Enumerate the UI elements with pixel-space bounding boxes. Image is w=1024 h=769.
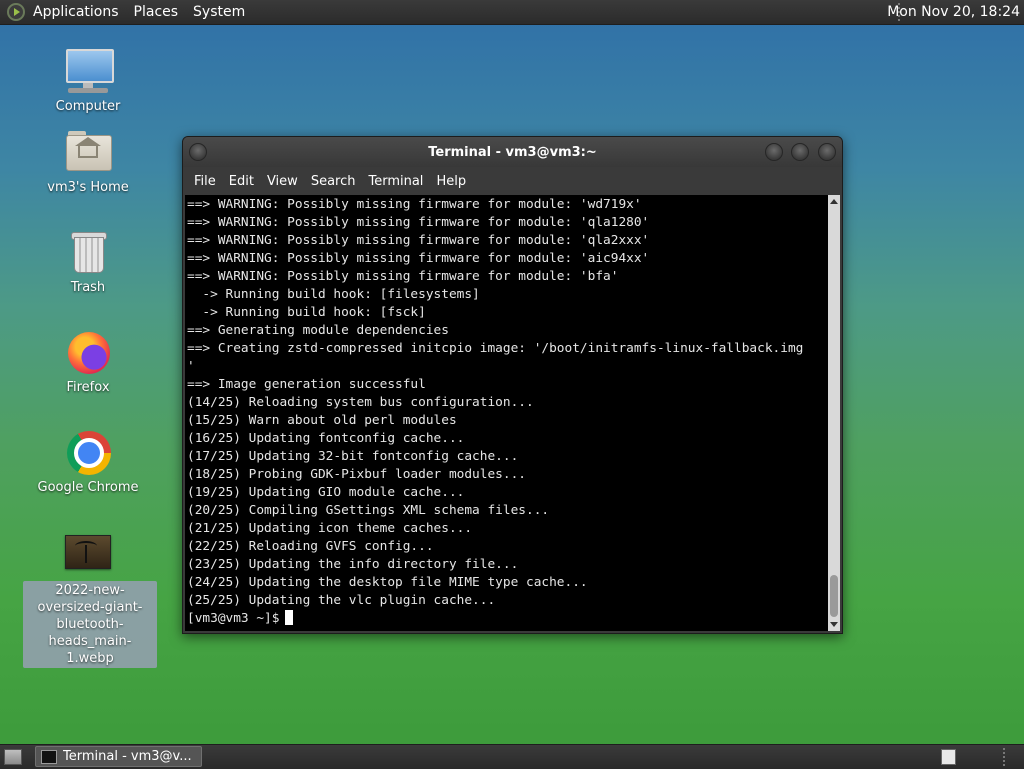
terminal-line: -> Running build hook: [fsck] [187,305,426,320]
terminal-line: ==> WARNING: Possibly missing firmware f… [187,215,650,230]
menu-search[interactable]: Search [311,172,356,191]
terminal-line: (16/25) Updating fontconfig cache... [187,431,465,446]
menu-places[interactable]: Places [134,4,179,20]
close-icon[interactable] [818,143,836,161]
minimize-icon[interactable] [765,143,783,161]
terminal-line: ==> WARNING: Possibly missing firmware f… [187,269,619,284]
scroll-up-icon[interactable] [830,199,838,204]
terminal-icon [41,749,57,764]
scrollbar-thumb[interactable] [830,575,838,617]
terminal-line: (17/25) Updating 32-bit fontconfig cache… [187,449,519,464]
computer-icon [63,46,114,96]
workspace-switcher[interactable] [941,749,956,765]
terminal-line: ==> Generating module dependencies [187,323,449,338]
terminal-line: ' [187,359,195,374]
firefox-icon [63,327,113,377]
trash-icon [63,227,113,277]
terminal-menubar: File Edit View Search Terminal Help [183,167,842,195]
image-file-icon [63,529,113,579]
terminal-line: (18/25) Probing GDK-Pixbuf loader module… [187,467,526,482]
terminal-line: (24/25) Updating the desktop file MIME t… [187,575,588,590]
terminal-prompt-line[interactable]: [vm3@vm3 ~]$ [187,610,827,628]
menu-view[interactable]: View [267,172,298,191]
bottom-panel: Terminal - vm3@v... [0,744,1024,769]
mate-logo-icon[interactable] [7,3,25,21]
chrome-icon [63,427,113,477]
terminal-line: ==> WARNING: Possibly missing firmware f… [187,251,650,266]
terminal-line: (19/25) Updating GIO module cache... [187,485,465,500]
terminal-line: (23/25) Updating the info directory file… [187,557,519,572]
terminal-line: (21/25) Updating icon theme caches... [187,521,473,536]
desktop-icon-computer[interactable]: Computer [33,46,143,115]
terminal-scrollbar[interactable] [828,195,840,631]
home-folder-icon [63,127,113,177]
scroll-down-icon[interactable] [830,622,838,627]
taskbar-item-terminal[interactable]: Terminal - vm3@v... [35,746,202,767]
terminal-line: ==> Image generation successful [187,377,426,392]
terminal-line: ==> WARNING: Possibly missing firmware f… [187,233,650,248]
desktop-icon-image-file[interactable]: 2022-new-oversized-giant-bluetooth-heads… [23,529,157,668]
menu-help[interactable]: Help [436,172,466,191]
desktop-icon-chrome[interactable]: Google Chrome [33,427,143,496]
desktop-icon-label: Trash [70,280,106,295]
desktop-icon-home[interactable]: vm3's Home [33,127,143,196]
desktop-icon-label: Google Chrome [37,480,139,495]
terminal-line: ==> Creating zstd-compressed initcpio im… [187,341,804,356]
terminal-window[interactable]: Terminal - vm3@vm3:~ File Edit View Sear… [182,136,843,634]
terminal-line: (25/25) Updating the vlc plugin cache... [187,593,496,608]
text-cursor [285,610,294,625]
desktop-icon-firefox[interactable]: Firefox [33,327,143,396]
terminal-line: ==> WARNING: Possibly missing firmware f… [187,197,642,212]
terminal-line: (22/25) Reloading GVFS config... [187,539,434,554]
desktop-icon-label: vm3's Home [47,180,129,195]
clock[interactable]: Mon Nov 20, 18:24 [887,4,1020,20]
window-title: Terminal - vm3@vm3:~ [428,145,597,160]
top-panel: Applications Places System Mon Nov 20, 1… [0,0,1024,25]
menu-terminal[interactable]: Terminal [368,172,423,191]
desktop-icon-label: Firefox [66,380,110,395]
maximize-icon[interactable] [791,143,809,161]
terminal-lines: ==> WARNING: Possibly missing firmware f… [187,196,827,628]
menu-applications[interactable]: Applications [33,4,119,20]
menu-edit[interactable]: Edit [229,172,254,191]
menu-system[interactable]: System [193,4,245,20]
show-desktop-icon[interactable] [4,749,22,765]
terminal-line: (14/25) Reloading system bus configurati… [187,395,534,410]
menu-file[interactable]: File [194,172,216,191]
terminal-prompt: [vm3@vm3 ~]$ [187,611,280,626]
panel-separator [1003,748,1005,766]
terminal-line: -> Running build hook: [filesystems] [187,287,480,302]
terminal-output[interactable]: ==> WARNING: Possibly missing firmware f… [185,195,828,631]
desktop-icon-trash[interactable]: Trash [33,227,143,296]
window-titlebar[interactable]: Terminal - vm3@vm3:~ [183,137,842,167]
desktop-icon-label: 2022-new-oversized-giant-bluetooth-heads… [23,581,157,668]
desktop-icon-label: Computer [55,99,121,114]
terminal-line: (15/25) Warn about old perl modules [187,413,457,428]
terminal-line: (20/25) Compiling GSettings XML schema f… [187,503,550,518]
taskbar-item-label: Terminal - vm3@v... [63,749,192,764]
